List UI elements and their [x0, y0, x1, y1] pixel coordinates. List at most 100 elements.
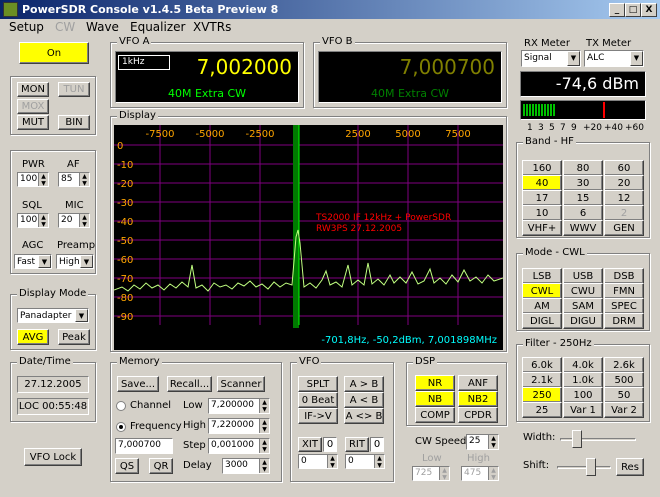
shift-reset-button[interactable]: Res [616, 458, 644, 476]
filter-50-button[interactable]: 50 [604, 387, 644, 403]
nb2-button[interactable]: NB2 [458, 391, 498, 407]
peak-button[interactable]: Peak [58, 329, 90, 345]
band-60-button[interactable]: 60 [604, 160, 644, 176]
power-button[interactable]: On [19, 42, 89, 64]
band-80-button[interactable]: 80 [563, 160, 603, 176]
band-40-button[interactable]: 40 [522, 175, 562, 191]
cw-speed-stepper[interactable]: 25 ▲ ▼ [466, 434, 499, 450]
anf-button[interactable]: ANF [458, 375, 498, 391]
tx-meter-select[interactable]: ALC ▼ [584, 50, 644, 67]
mode-digl-button[interactable]: DIGL [522, 313, 562, 329]
sql-stepper[interactable]: 100 ▲ ▼ [17, 213, 49, 228]
filter-6k-button[interactable]: 6.0k [522, 357, 562, 373]
vfo-a-frequency[interactable]: 7,002000 [197, 55, 292, 79]
close-button[interactable]: X [641, 3, 657, 17]
delay-stepper[interactable]: 3000 ▲ ▼ [222, 458, 270, 474]
high-stepper[interactable]: 7,220000 ▲ ▼ [208, 418, 270, 434]
avg-button[interactable]: AVG [17, 329, 49, 345]
low-stepper[interactable]: 7,200000 ▲ ▼ [208, 398, 270, 414]
menu-setup[interactable]: Setup [9, 20, 44, 34]
mon-button[interactable]: MON [17, 82, 49, 97]
mode-fmn-button[interactable]: FMN [604, 283, 644, 299]
a-swap-b-button[interactable]: A <> B [344, 408, 384, 424]
xit-stepper[interactable]: 0 ▲ ▼ [298, 454, 338, 469]
mode-drm-button[interactable]: DRM [604, 313, 644, 329]
nr-button[interactable]: NR [415, 375, 455, 391]
b-to-a-button[interactable]: A < B [344, 392, 384, 408]
band-6-button[interactable]: 6 [563, 205, 603, 221]
vfo-b-frequency[interactable]: 7,000700 [400, 55, 495, 79]
step-stepper[interactable]: 0,001000 ▲ ▼ [208, 438, 270, 454]
mox-button[interactable]: MOX [17, 99, 49, 114]
preamp-select[interactable]: High ▼ [56, 254, 94, 269]
mode-digu-button[interactable]: DIGU [563, 313, 603, 329]
filter-var1-button[interactable]: Var 1 [563, 402, 603, 418]
memory-save-button[interactable]: Save... [117, 376, 159, 392]
mode-usb-button[interactable]: USB [563, 268, 603, 284]
rit-stepper[interactable]: 0 ▲ ▼ [345, 454, 385, 469]
split-button[interactable]: SPLT [298, 376, 338, 392]
filter-1k-button[interactable]: 1.0k [563, 372, 603, 388]
mic-stepper[interactable]: 20 ▲ ▼ [58, 213, 90, 228]
mode-spec-button[interactable]: SPEC [604, 298, 644, 314]
shift-slider-track[interactable] [557, 466, 611, 469]
mut-button[interactable]: MUT [17, 115, 49, 130]
filter-var2-button[interactable]: Var 2 [604, 402, 644, 418]
band-12-button[interactable]: 12 [604, 190, 644, 206]
mode-lsb-button[interactable]: LSB [522, 268, 562, 284]
qr-button[interactable]: QR [149, 458, 173, 474]
filter-4k-button[interactable]: 4.0k [563, 357, 603, 373]
band-wwv-button[interactable]: WWV [563, 220, 603, 236]
mode-cwl-button[interactable]: CWL [522, 283, 562, 299]
menu-cw[interactable]: CW [55, 20, 75, 34]
mode-sam-button[interactable]: SAM [563, 298, 603, 314]
xit-button[interactable]: XIT [298, 437, 322, 452]
band-20-button[interactable]: 20 [604, 175, 644, 191]
memory-recall-button[interactable]: Recall... [167, 376, 212, 392]
vfo-lock-button[interactable]: VFO Lock [24, 448, 82, 466]
cpdr-button[interactable]: CPDR [458, 407, 498, 423]
band-17-button[interactable]: 17 [522, 190, 562, 206]
pwr-stepper[interactable]: 100 ▲ ▼ [17, 172, 49, 187]
bin-button[interactable]: BIN [58, 115, 90, 130]
qs-button[interactable]: QS [115, 458, 139, 474]
shift-slider-thumb[interactable] [586, 458, 596, 476]
cw-high-stepper[interactable]: 475 ▲ ▼ [461, 466, 499, 481]
band-160-button[interactable]: 160 [522, 160, 562, 176]
vfo-a-step[interactable]: 1kHz [118, 55, 170, 70]
rx-meter-select[interactable]: Signal ▼ [521, 50, 581, 67]
spectrum-display[interactable]: -7500 -5000 -2500 2500 5000 7500 0 -10 -… [114, 125, 503, 350]
width-slider-thumb[interactable] [572, 430, 582, 448]
mode-am-button[interactable]: AM [522, 298, 562, 314]
nb-button[interactable]: NB [415, 391, 455, 407]
band-2-button[interactable]: 2 [604, 205, 644, 221]
mode-cwu-button[interactable]: CWU [563, 283, 603, 299]
menu-wave[interactable]: Wave [86, 20, 119, 34]
band-30-button[interactable]: 30 [563, 175, 603, 191]
agc-select[interactable]: Fast ▼ [14, 254, 52, 269]
if-to-v-button[interactable]: IF->V [298, 408, 338, 424]
minimize-button[interactable]: _ [609, 3, 625, 17]
menu-xvtrs[interactable]: XVTRs [193, 20, 231, 34]
a-to-b-button[interactable]: A > B [344, 376, 384, 392]
band-15-button[interactable]: 15 [563, 190, 603, 206]
comp-button[interactable]: COMP [415, 407, 455, 423]
filter-2k6-button[interactable]: 2.6k [604, 357, 644, 373]
maximize-button[interactable]: □ [625, 3, 641, 17]
filter-100-button[interactable]: 100 [563, 387, 603, 403]
time-display[interactable]: LOC 00:55:48 [17, 398, 89, 415]
band-vhf-button[interactable]: VHF+ [522, 220, 562, 236]
band-10-button[interactable]: 10 [522, 205, 562, 221]
tun-button[interactable]: TUN [58, 82, 90, 97]
cw-low-stepper[interactable]: 725 ▲ ▼ [412, 466, 450, 481]
filter-2k1-button[interactable]: 2.1k [522, 372, 562, 388]
menu-equalizer[interactable]: Equalizer [130, 20, 185, 34]
scanner-button[interactable]: Scanner [217, 376, 265, 392]
af-stepper[interactable]: 85 ▲ ▼ [58, 172, 90, 187]
display-mode-select[interactable]: Panadapter ▼ [17, 308, 89, 323]
filter-500-button[interactable]: 500 [604, 372, 644, 388]
zero-beat-button[interactable]: 0 Beat [298, 392, 338, 408]
memory-entry-field[interactable]: 7,000700 [115, 438, 173, 454]
filter-250-button[interactable]: 250 [522, 387, 562, 403]
channel-radio[interactable] [116, 401, 126, 411]
